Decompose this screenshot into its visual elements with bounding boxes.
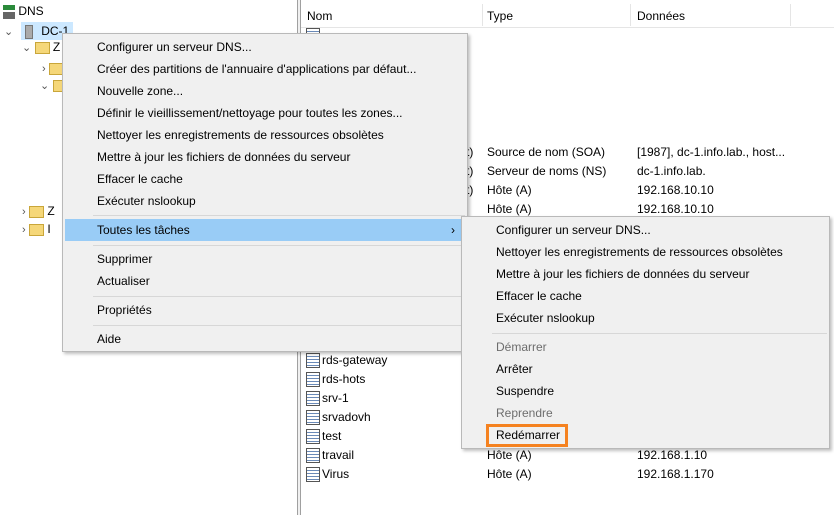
column-divider[interactable] [790, 4, 791, 26]
menu-item[interactable]: Créer des partitions de l'annuaire d'app… [65, 58, 465, 80]
menu-item-delete[interactable]: Supprimer [65, 248, 465, 270]
record-icon [306, 391, 320, 407]
record-data: [1987], dc-1.info.lab., host... [637, 145, 786, 159]
folder-label: Z [52, 40, 61, 54]
menu-item[interactable]: Configurer un serveur DNS... [65, 36, 465, 58]
submenu-service-item: Démarrer [496, 340, 547, 354]
server-icon [25, 24, 34, 39]
column-divider[interactable] [630, 4, 631, 26]
chevron-right-icon[interactable]: › [22, 206, 26, 218]
record-name: rds-hots [322, 372, 366, 386]
record-icon [306, 353, 320, 369]
menu-item-label: Toutes les tâches [97, 223, 190, 237]
record-icon [306, 429, 320, 445]
record-icon [306, 410, 320, 426]
menu-separator [93, 245, 465, 246]
record-icon [306, 467, 320, 483]
record-name: Virus [322, 467, 350, 481]
folder-label: Z [47, 204, 55, 218]
submenu-service-item: Reprendre [496, 406, 553, 420]
record-data: 192.168.10.10 [637, 183, 714, 197]
tree-folder[interactable]: › Z [22, 204, 55, 218]
menu-separator [93, 296, 465, 297]
submenu-arrow-icon: › [451, 223, 455, 237]
column-data[interactable]: Données [637, 9, 685, 23]
chevron-right-icon[interactable]: › [22, 224, 26, 236]
submenu-item[interactable]: Nettoyer les enregistrements de ressourc… [464, 241, 827, 263]
column-name[interactable]: Nom [307, 9, 332, 23]
table-row[interactable]: Virus Hôte (A) 192.168.1.170 [306, 465, 826, 484]
chevron-down-icon[interactable]: ⌄ [4, 26, 13, 38]
chevron-down-icon[interactable]: ⌄ [40, 80, 49, 92]
menu-item-refresh[interactable]: Actualiser [65, 270, 465, 292]
submenu-item[interactable]: Effacer le cache [464, 285, 827, 307]
record-type: Hôte (A) [487, 183, 532, 197]
folder-icon [29, 223, 45, 236]
menu-item[interactable]: Exécuter nslookup [65, 190, 465, 212]
tree-folder[interactable]: › I [22, 222, 51, 236]
menu-item[interactable]: Nouvelle zone... [65, 80, 465, 102]
list-header: Nom Type Données [301, 0, 834, 28]
record-icon [306, 448, 320, 464]
restart-highlight-box [486, 424, 568, 447]
submenu-service-item[interactable]: Arrêter [464, 358, 827, 380]
menu-separator [93, 325, 465, 326]
dns-root-item[interactable]: DNS [3, 4, 44, 19]
record-name: srv-1 [322, 391, 349, 405]
record-icon [306, 372, 320, 388]
all-tasks-submenu: Configurer un serveur DNS... Nettoyer les… [461, 216, 830, 449]
record-name: srvadovh [322, 410, 371, 424]
folder-icon [29, 205, 45, 218]
submenu-item[interactable]: Exécuter nslookup [464, 307, 827, 329]
submenu-service-item[interactable]: Suspendre [464, 380, 827, 402]
record-name: rds-gateway [322, 353, 388, 367]
record-data: 192.168.1.170 [637, 467, 714, 481]
dns-root-label: DNS [18, 4, 44, 18]
record-type: Hôte (A) [487, 467, 532, 481]
dns-network-icon [3, 4, 15, 19]
folder-icon [34, 41, 50, 54]
column-divider[interactable] [482, 4, 483, 26]
menu-item-properties[interactable]: Propriétés [65, 299, 465, 321]
record-type: Source de nom (SOA) [487, 145, 606, 159]
chevron-right-icon[interactable]: › [42, 63, 46, 75]
menu-item[interactable]: Mettre à jour les fichiers de données du… [65, 146, 465, 168]
chevron-down-icon[interactable]: ⌄ [22, 42, 31, 54]
menu-item[interactable]: Effacer le cache [65, 168, 465, 190]
submenu-item[interactable]: Configurer un serveur DNS... [464, 219, 827, 241]
record-name: test [322, 429, 342, 443]
record-type: Serveur de noms (NS) [487, 164, 607, 178]
menu-item[interactable]: Définir le vieillissement/nettoyage pour… [65, 102, 465, 124]
menu-item-help[interactable]: Aide [65, 328, 465, 350]
menu-item-all-tasks[interactable]: Toutes les tâches › [65, 219, 465, 241]
menu-separator [93, 215, 465, 216]
tree-folder[interactable]: › [42, 61, 65, 75]
menu-item[interactable]: Nettoyer les enregistrements de ressourc… [65, 124, 465, 146]
menu-separator [492, 333, 827, 334]
column-type[interactable]: Type [487, 9, 513, 23]
record-data: dc-1.info.lab. [637, 164, 706, 178]
submenu-item[interactable]: Mettre à jour les fichiers de données du… [464, 263, 827, 285]
context-menu: Configurer un serveur DNS... Créer des pa… [62, 33, 468, 352]
record-name: travail [322, 448, 355, 462]
tree-folder[interactable]: ⌄ Z [22, 40, 60, 54]
folder-label: I [47, 222, 51, 236]
